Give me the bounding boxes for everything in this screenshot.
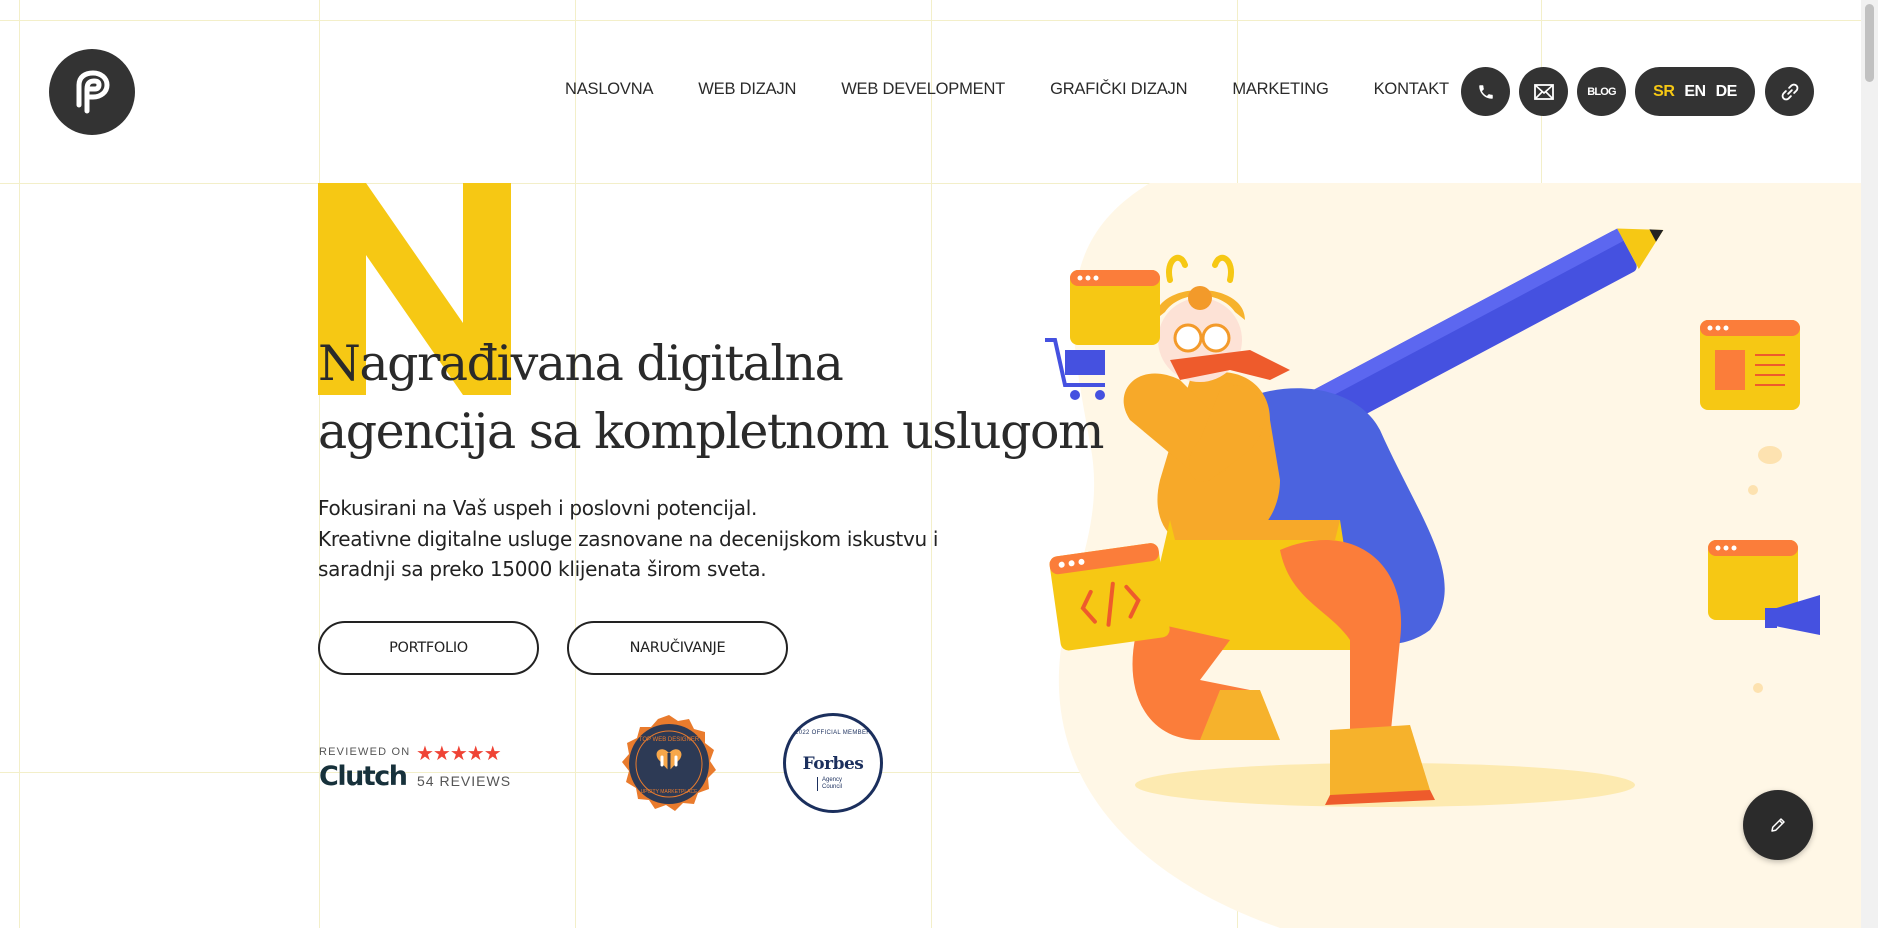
forbes-member-label: 2022 OFFICIAL MEMBER bbox=[795, 730, 871, 736]
hero-subtext: Fokusirani na Vaš uspeh i poslovni poten… bbox=[318, 493, 938, 585]
blog-button[interactable]: BLOG bbox=[1577, 67, 1626, 116]
nav-item-naslovna[interactable]: NASLOVNA bbox=[565, 80, 653, 99]
hero-subtext-line-1: Fokusirani na Vaš uspeh i poslovni poten… bbox=[318, 496, 758, 520]
link-button[interactable] bbox=[1765, 67, 1814, 116]
guide-line bbox=[0, 20, 1878, 21]
main-nav: NASLOVNA WEB DIZAJN WEB DEVELOPMENT GRAF… bbox=[565, 80, 1449, 99]
hero-subtext-line-2: Kreativne digitalne usluge zasnovane na … bbox=[318, 526, 939, 551]
clutch-logo: Clutch bbox=[319, 761, 408, 792]
pencil-icon bbox=[1771, 818, 1785, 832]
clutch-review-count: 54 REVIEWS bbox=[417, 773, 512, 789]
upcity-top-text: TOP WEB DESIGNER bbox=[639, 737, 700, 743]
samurai-illustration bbox=[1045, 228, 1820, 807]
envelope-icon bbox=[1533, 83, 1554, 100]
nav-item-kontakt[interactable]: KONTAKT bbox=[1374, 80, 1450, 99]
nav-item-marketing[interactable]: MARKETING bbox=[1232, 80, 1328, 99]
page-scrollbar[interactable] bbox=[1861, 0, 1878, 928]
hero-subtext-line-3: saradnji sa preko 15000 klijenata širom … bbox=[318, 557, 767, 581]
hero-headline-line-1: Nagrađivana digitalna bbox=[318, 335, 844, 392]
p-swirl-logo-icon bbox=[76, 70, 110, 114]
clutch-stars: ★★★★★ bbox=[416, 743, 502, 765]
clutch-badge[interactable]: REVIEWED ON Clutch ★★★★★ 54 REVIEWS bbox=[319, 743, 519, 793]
forbes-badge[interactable]: 2022 OFFICIAL MEMBER Forbes Agency Counc… bbox=[783, 713, 883, 813]
portfolio-button[interactable]: PORTFOLIO bbox=[318, 621, 539, 675]
site-logo[interactable] bbox=[49, 49, 135, 135]
link-icon bbox=[1781, 83, 1798, 100]
scrollbar-thumb[interactable] bbox=[1865, 4, 1874, 82]
email-button[interactable] bbox=[1519, 67, 1568, 116]
upcity-bottom-text: UPCITY MARKETPLACE bbox=[641, 789, 699, 795]
forbes-logo: Forbes bbox=[802, 754, 864, 774]
phone-icon bbox=[1478, 84, 1493, 99]
lang-sr[interactable]: SR bbox=[1653, 83, 1675, 101]
nav-item-web-dizajn[interactable]: WEB DIZAJN bbox=[698, 80, 796, 99]
blog-label: BLOG bbox=[1587, 85, 1616, 98]
forbes-council-label: Agency Council bbox=[817, 777, 857, 791]
lang-en[interactable]: EN bbox=[1684, 83, 1706, 101]
language-switcher: SR EN DE bbox=[1635, 67, 1755, 116]
edit-fab-button[interactable] bbox=[1743, 790, 1813, 860]
nav-item-web-development[interactable]: WEB DEVELOPMENT bbox=[841, 80, 1005, 99]
hero-headline-line-2: agencija sa kompletnom uslugom bbox=[318, 403, 1104, 460]
clutch-reviewed-label: REVIEWED ON bbox=[319, 746, 411, 758]
upcity-badge[interactable]: TOP WEB DESIGNER UPCITY MARKETPLACE bbox=[618, 713, 720, 815]
order-button[interactable]: NARUČIVANJE bbox=[567, 621, 788, 675]
lang-de[interactable]: DE bbox=[1716, 83, 1738, 101]
hero-headline: Nagrađivana digitalna agencija sa komple… bbox=[318, 330, 1104, 466]
phone-button[interactable] bbox=[1461, 67, 1510, 116]
guide-line bbox=[19, 0, 20, 928]
nav-item-graficki-dizajn[interactable]: GRAFIČKI DIZAJN bbox=[1050, 80, 1187, 99]
